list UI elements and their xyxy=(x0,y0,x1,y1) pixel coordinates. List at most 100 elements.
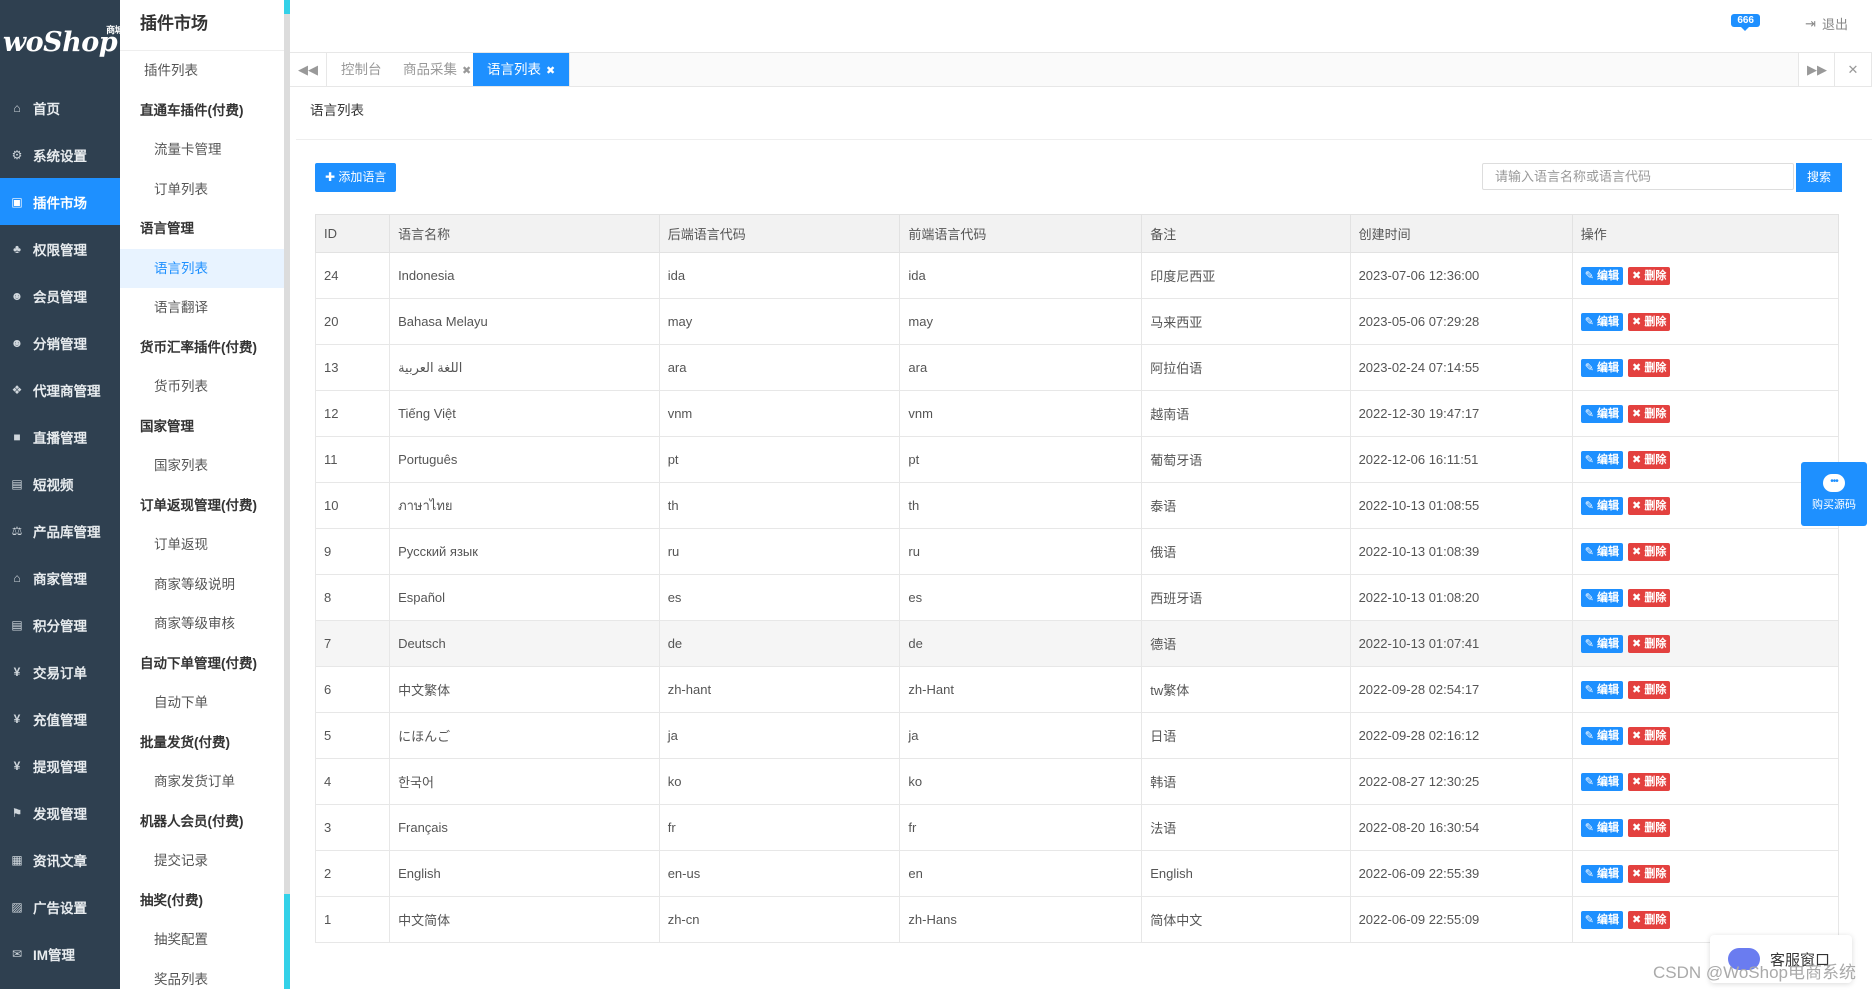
sidebar-item-7[interactable]: ■直播管理 xyxy=(0,413,120,460)
delete-button[interactable]: ✖ 删除 xyxy=(1628,681,1670,699)
delete-button[interactable]: ✖ 删除 xyxy=(1628,865,1670,883)
edit-button[interactable]: ✎ 编辑 xyxy=(1581,911,1623,929)
search-button[interactable]: 搜索 xyxy=(1796,163,1842,192)
buy-source-widget[interactable]: 购买源码 xyxy=(1801,462,1867,526)
sidebar-item-16[interactable]: ▦资讯文章 xyxy=(0,836,120,883)
delete-button[interactable]: ✖ 删除 xyxy=(1628,405,1670,423)
sidebar-link[interactable]: 流量卡管理 xyxy=(120,130,284,170)
tab-close-icon[interactable]: ✖ xyxy=(546,65,555,77)
tab-close-icon[interactable]: ✖ xyxy=(462,65,471,77)
delete-button[interactable]: ✖ 删除 xyxy=(1628,451,1670,469)
delete-button[interactable]: ✖ 删除 xyxy=(1628,911,1670,929)
sidebar-link[interactable]: 奖品列表 xyxy=(120,960,284,999)
sidebar-link[interactable]: 自动下单 xyxy=(120,683,284,723)
table-row: 20Bahasa Melayumaymay马来西亚2023-05-06 07:2… xyxy=(316,299,1839,345)
table-cell: ko xyxy=(659,759,900,805)
tab-1[interactable]: 商品采集✖ xyxy=(389,53,486,86)
delete-button[interactable]: ✖ 删除 xyxy=(1628,543,1670,561)
delete-button[interactable]: ✖ 删除 xyxy=(1628,497,1670,515)
sidebar-item-6[interactable]: ❖代理商管理 xyxy=(0,366,120,413)
edit-button[interactable]: ✎ 编辑 xyxy=(1581,727,1623,745)
logout-button[interactable]: ⇥ 退出 xyxy=(1805,14,1848,33)
tab-prev-button[interactable]: ◀◀ xyxy=(290,53,327,86)
delete-label: 删除 xyxy=(1644,684,1666,696)
edit-button[interactable]: ✎ 编辑 xyxy=(1581,267,1623,285)
sidebar-link[interactable]: 国家列表 xyxy=(120,446,284,486)
tab-next-button[interactable]: ▶▶ xyxy=(1798,53,1836,86)
tab-close-all-button[interactable]: ✕ xyxy=(1834,53,1872,86)
tab-0[interactable]: 控制台 xyxy=(327,53,397,86)
edit-button[interactable]: ✎ 编辑 xyxy=(1581,589,1623,607)
sidebar-item-4[interactable]: ☻会员管理 xyxy=(0,272,120,319)
sidebar-item-17[interactable]: ▨广告设置 xyxy=(0,883,120,930)
sidebar-item-15[interactable]: ⚑发现管理 xyxy=(0,789,120,836)
add-language-button[interactable]: ✚ 添加语言 xyxy=(315,163,396,192)
table-cell: Português xyxy=(390,437,660,483)
times-icon: ✖ xyxy=(1632,546,1644,558)
edit-button[interactable]: ✎ 编辑 xyxy=(1581,543,1623,561)
delete-button[interactable]: ✖ 删除 xyxy=(1628,727,1670,745)
sidebar-item-3[interactable]: ♣权限管理 xyxy=(0,225,120,272)
sidebar-item-12[interactable]: ¥交易订单 xyxy=(0,648,120,695)
edit-button[interactable]: ✎ 编辑 xyxy=(1581,451,1623,469)
column-header: 前端语言代码 xyxy=(900,215,1142,253)
edit-button[interactable]: ✎ 编辑 xyxy=(1581,681,1623,699)
edit-label: 编辑 xyxy=(1597,684,1619,696)
sidebar-link[interactable]: 商家等级说明 xyxy=(120,565,284,605)
table-row: 4한국어koko韩语2022-08-27 12:30:25✎ 编辑✖ 删除 xyxy=(316,759,1839,805)
delete-button[interactable]: ✖ 删除 xyxy=(1628,313,1670,331)
delete-button[interactable]: ✖ 删除 xyxy=(1628,819,1670,837)
sidebar-item-14[interactable]: ¥提现管理 xyxy=(0,742,120,789)
sidebar-item-11[interactable]: ▤积分管理 xyxy=(0,601,120,648)
sidebar-link[interactable]: 商家发货订单 xyxy=(120,762,284,802)
sidebar-link[interactable]: 商家等级审核 xyxy=(120,604,284,644)
table-cell: en xyxy=(900,851,1142,897)
sidebar-item-1[interactable]: ⚙系统设置 xyxy=(0,131,120,178)
edit-button[interactable]: ✎ 编辑 xyxy=(1581,819,1623,837)
newspaper-icon: ▦ xyxy=(10,853,24,867)
sidebar-item-0[interactable]: ⌂首页 xyxy=(0,84,120,131)
times-icon: ✖ xyxy=(1632,822,1644,834)
sidebar-item-8[interactable]: ▤短视频 xyxy=(0,460,120,507)
sidebar-scrollbar[interactable] xyxy=(284,0,290,989)
sidebar-item-18[interactable]: ✉IM管理 xyxy=(0,930,120,977)
sidebar-link[interactable]: 插件列表 xyxy=(120,51,284,91)
edit-button[interactable]: ✎ 编辑 xyxy=(1581,405,1623,423)
edit-button[interactable]: ✎ 编辑 xyxy=(1581,313,1623,331)
sidebar-link[interactable]: 订单列表 xyxy=(120,170,284,210)
document-icon: ▤ xyxy=(10,618,24,632)
sidebar-item-10[interactable]: ⌂商家管理 xyxy=(0,554,120,601)
delete-button[interactable]: ✖ 删除 xyxy=(1628,267,1670,285)
table-cell: Español xyxy=(390,575,660,621)
sidebar-link[interactable]: 货币列表 xyxy=(120,367,284,407)
sidebar-link[interactable]: 抽奖配置 xyxy=(120,920,284,960)
edit-button[interactable]: ✎ 编辑 xyxy=(1581,359,1623,377)
sidebar-link[interactable]: 语言列表 xyxy=(120,249,284,289)
sidebar-item-5[interactable]: ☻分销管理 xyxy=(0,319,120,366)
table-cell: 2022-10-13 01:07:41 xyxy=(1350,621,1572,667)
sidebar-item-2[interactable]: ▣插件市场 xyxy=(0,178,120,225)
edit-button[interactable]: ✎ 编辑 xyxy=(1581,773,1623,791)
delete-label: 删除 xyxy=(1644,270,1666,282)
table-cell: pt xyxy=(900,437,1142,483)
delete-button[interactable]: ✖ 删除 xyxy=(1628,635,1670,653)
delete-button[interactable]: ✖ 删除 xyxy=(1628,359,1670,377)
logo[interactable]: woShop商城 xyxy=(0,0,120,84)
tab-2[interactable]: 语言列表✖ xyxy=(473,53,570,86)
sidebar-link[interactable]: 订单返现 xyxy=(120,525,284,565)
delete-button[interactable]: ✖ 删除 xyxy=(1628,589,1670,607)
delete-button[interactable]: ✖ 删除 xyxy=(1628,773,1670,791)
search-input[interactable] xyxy=(1482,163,1794,190)
edit-button[interactable]: ✎ 编辑 xyxy=(1581,635,1623,653)
home-icon: ⌂ xyxy=(10,101,24,115)
notification-badge[interactable]: 666 xyxy=(1731,14,1760,27)
sidebar-item-9[interactable]: ⚖产品库管理 xyxy=(0,507,120,554)
sidebar-link[interactable]: 提交记录 xyxy=(120,841,284,881)
table-cell: 2022-12-06 16:11:51 xyxy=(1350,437,1572,483)
sidebar-link[interactable]: 语言翻译 xyxy=(120,288,284,328)
scrollbar-thumb[interactable] xyxy=(284,14,290,894)
pencil-icon: ✎ xyxy=(1585,500,1597,512)
edit-button[interactable]: ✎ 编辑 xyxy=(1581,497,1623,515)
edit-button[interactable]: ✎ 编辑 xyxy=(1581,865,1623,883)
sidebar-item-13[interactable]: ¥充值管理 xyxy=(0,695,120,742)
